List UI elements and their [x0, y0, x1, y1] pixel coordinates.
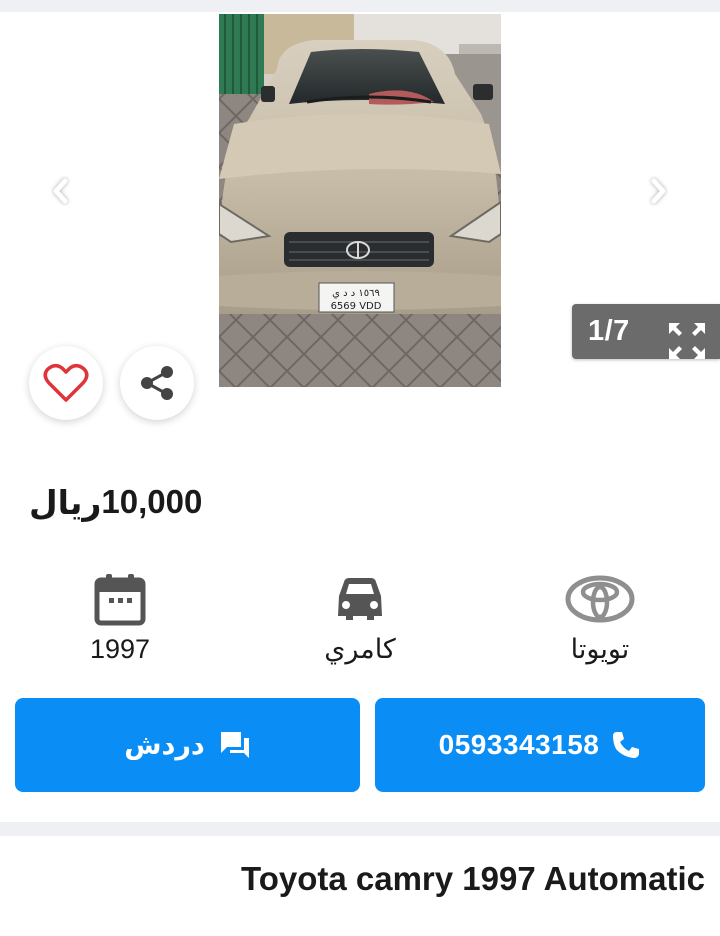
- spec-year-label: 1997: [89, 634, 151, 664]
- car-photo[interactable]: ١٥٦٩ د د ي 6569 VDD: [219, 14, 501, 387]
- image-counter[interactable]: 1/7: [572, 304, 720, 359]
- heart-icon: [43, 364, 89, 402]
- price-currency: ريال: [29, 483, 102, 521]
- price-value: 10,000: [101, 483, 203, 520]
- listing-title: Toyota camry 1997 Automatic: [241, 860, 705, 897]
- phone-number: 0593343158: [438, 729, 600, 760]
- plate-top-text: ١٥٦٩ د د ي: [332, 288, 380, 299]
- chat-icon: [220, 732, 249, 758]
- fullscreen-icon: [669, 323, 705, 359]
- chevron-left-icon: [53, 178, 68, 204]
- gallery-next-button[interactable]: [643, 176, 673, 206]
- top-strip: [0, 0, 720, 12]
- spec-model-label: كامري: [324, 634, 396, 664]
- gallery-prev-button[interactable]: [46, 176, 76, 206]
- spec-model: كامري: [290, 568, 430, 665]
- chevron-right-icon: [651, 178, 666, 204]
- toyota-logo-icon: [530, 568, 670, 630]
- chat-button-label: دردش: [124, 729, 205, 760]
- spec-make-label: تويوتا: [570, 634, 630, 664]
- share-icon: [141, 366, 173, 400]
- car-icon: [290, 568, 430, 630]
- phone-icon: [613, 732, 640, 758]
- section-divider: [0, 822, 720, 836]
- image-gallery[interactable]: ١٥٦٩ د د ي 6569 VDD 1/7: [0, 12, 720, 388]
- favorite-button[interactable]: [29, 346, 103, 420]
- chat-button[interactable]: دردش: [15, 698, 360, 792]
- call-button[interactable]: 0593343158: [375, 698, 705, 792]
- share-button[interactable]: [120, 346, 194, 420]
- plate-bottom-text: 6569 VDD: [331, 301, 382, 312]
- calendar-icon: [50, 568, 190, 630]
- image-counter-text: 1/7: [588, 315, 630, 347]
- spec-make: تويوتا: [530, 568, 670, 665]
- fullscreen-button[interactable]: [667, 321, 707, 361]
- price: 10,000 ريال: [17, 472, 202, 532]
- spec-year: 1997: [50, 568, 190, 665]
